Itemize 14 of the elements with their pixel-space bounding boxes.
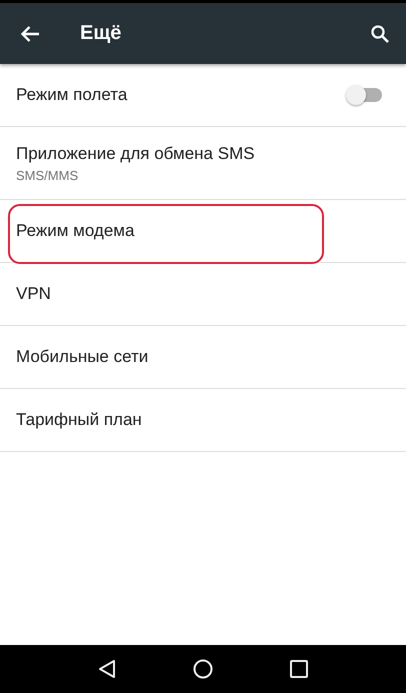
back-icon[interactable] [98,659,116,679]
setting-title[interactable]: Режим полета [16,85,346,105]
toggle-switch[interactable] [346,85,382,105]
back-arrow-icon[interactable] [20,24,40,42]
recents-icon[interactable] [290,660,308,678]
screen-title: Ещё [80,22,122,45]
setting-title[interactable]: Приложение для обмена SMS [16,144,382,164]
setting-title[interactable]: VPN [16,284,382,304]
setting-title[interactable]: Режим модема [16,221,382,241]
setting-subtitle: SMS/MMS [16,168,80,182]
setting-title[interactable]: Тарифный план [16,410,382,430]
setting-title[interactable]: Мобильные сети [16,347,382,367]
search-icon[interactable] [370,24,390,44]
home-icon[interactable] [192,659,213,679]
